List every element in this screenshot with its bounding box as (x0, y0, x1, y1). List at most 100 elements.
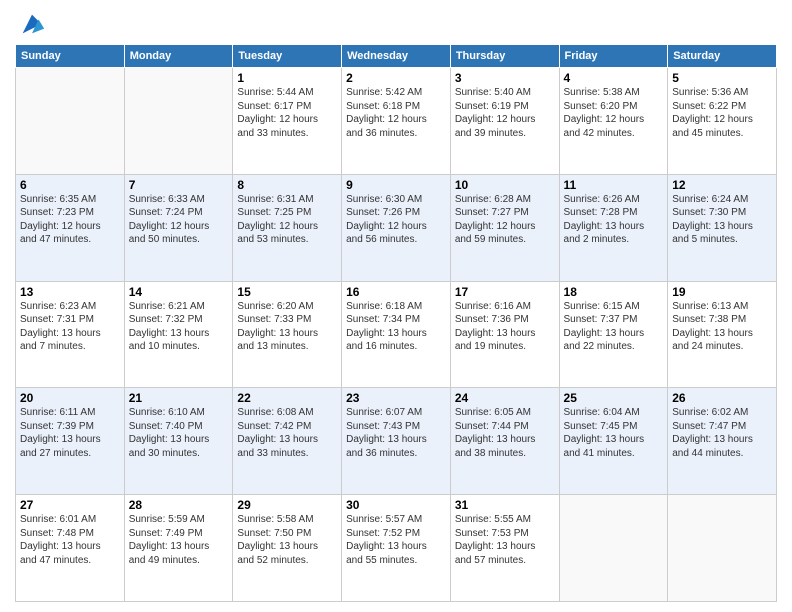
day-number: 10 (455, 178, 555, 192)
day-info: Sunrise: 6:23 AMSunset: 7:31 PMDaylight:… (20, 300, 120, 354)
calendar-cell: 12Sunrise: 6:24 AMSunset: 7:30 PMDayligh… (668, 174, 777, 281)
sunset-text: Sunset: 7:34 PM (346, 314, 420, 325)
sunset-text: Sunset: 7:25 PM (237, 207, 311, 218)
sunrise-text: Sunrise: 5:58 AM (237, 514, 313, 525)
day-info: Sunrise: 6:20 AMSunset: 7:33 PMDaylight:… (237, 300, 337, 354)
day-number: 9 (346, 178, 446, 192)
day-info: Sunrise: 6:04 AMSunset: 7:45 PMDaylight:… (564, 406, 664, 460)
daylight-text: Daylight: 12 hours and 47 minutes. (20, 221, 101, 246)
sunrise-text: Sunrise: 6:05 AM (455, 407, 531, 418)
day-info: Sunrise: 6:07 AMSunset: 7:43 PMDaylight:… (346, 406, 446, 460)
sunrise-text: Sunrise: 6:35 AM (20, 194, 96, 205)
day-info: Sunrise: 6:01 AMSunset: 7:48 PMDaylight:… (20, 513, 120, 567)
calendar-cell: 28 Sunrise: 5:59 AM Sunset: 7:49 PM Dayligh… (124, 495, 233, 602)
sunrise-text: Sunrise: 6:16 AM (455, 301, 531, 312)
daylight-text: Daylight: 13 hours and 38 minutes. (455, 434, 536, 459)
day-number: 21 (129, 391, 229, 405)
day-info: Sunrise: 6:35 AMSunset: 7:23 PMDaylight:… (20, 193, 120, 247)
daylight-text: Daylight: 13 hours and 7 minutes. (20, 328, 101, 353)
day-number: 19 (672, 285, 772, 299)
calendar-cell: 14Sunrise: 6:21 AMSunset: 7:32 PMDayligh… (124, 281, 233, 388)
daylight-text: Daylight: 13 hours and 47 minutes. (20, 541, 101, 566)
daylight-text: Daylight: 13 hours and 49 minutes. (129, 541, 210, 566)
sunrise-text: Sunrise: 6:21 AM (129, 301, 205, 312)
sunset-text: Sunset: 7:53 PM (455, 528, 529, 539)
calendar-cell (559, 495, 668, 602)
daylight-text: Daylight: 12 hours and 33 minutes. (237, 114, 318, 139)
day-info: Sunrise: 6:05 AMSunset: 7:44 PMDaylight:… (455, 406, 555, 460)
daylight-text: Daylight: 13 hours and 55 minutes. (346, 541, 427, 566)
day-number: 25 (564, 391, 664, 405)
calendar-cell (668, 495, 777, 602)
sunset-text: Sunset: 6:17 PM (237, 101, 311, 112)
calendar-cell: 5Sunrise: 5:36 AMSunset: 6:22 PMDaylight… (668, 68, 777, 175)
sunset-text: Sunset: 7:38 PM (672, 314, 746, 325)
day-number: 11 (564, 178, 664, 192)
day-info: Sunrise: 6:15 AMSunset: 7:37 PMDaylight:… (564, 300, 664, 354)
calendar-cell: 1Sunrise: 5:44 AMSunset: 6:17 PMDaylight… (233, 68, 342, 175)
day-info: Sunrise: 6:16 AMSunset: 7:36 PMDaylight:… (455, 300, 555, 354)
day-info: Sunrise: 5:57 AMSunset: 7:52 PMDaylight:… (346, 513, 446, 567)
calendar-cell: 20Sunrise: 6:11 AMSunset: 7:39 PMDayligh… (16, 388, 125, 495)
sunrise-text: Sunrise: 6:11 AM (20, 407, 95, 418)
calendar-cell (124, 68, 233, 175)
sunset-text: Sunset: 7:49 PM (129, 528, 203, 539)
daylight-text: Daylight: 13 hours and 19 minutes. (455, 328, 536, 353)
sunset-text: Sunset: 7:32 PM (129, 314, 203, 325)
calendar-week-row: 13Sunrise: 6:23 AMSunset: 7:31 PMDayligh… (16, 281, 777, 388)
day-number: 15 (237, 285, 337, 299)
day-number: 7 (129, 178, 229, 192)
day-number: 22 (237, 391, 337, 405)
calendar-cell: 31Sunrise: 5:55 AMSunset: 7:53 PMDayligh… (450, 495, 559, 602)
day-info: Sunrise: 6:31 AMSunset: 7:25 PMDaylight:… (237, 193, 337, 247)
day-number: 5 (672, 71, 772, 85)
sunrise-text: Sunrise: 5:59 AM (129, 514, 205, 525)
day-info: Sunrise: 5:40 AMSunset: 6:19 PMDaylight:… (455, 86, 555, 140)
day-info: Sunrise: 6:02 AMSunset: 7:47 PMDaylight:… (672, 406, 772, 460)
calendar-cell: 18Sunrise: 6:15 AMSunset: 7:37 PMDayligh… (559, 281, 668, 388)
sunrise-text: Sunrise: 5:44 AM (237, 87, 313, 98)
sunset-text: Sunset: 7:26 PM (346, 207, 420, 218)
day-number: 28 (129, 498, 229, 512)
daylight-text: Daylight: 12 hours and 39 minutes. (455, 114, 536, 139)
calendar-cell: 29Sunrise: 5:58 AMSunset: 7:50 PMDayligh… (233, 495, 342, 602)
daylight-text: Daylight: 13 hours and 16 minutes. (346, 328, 427, 353)
daylight-text: Daylight: 13 hours and 52 minutes. (237, 541, 318, 566)
sunset-text: Sunset: 7:52 PM (346, 528, 420, 539)
daylight-text: Daylight: 12 hours and 59 minutes. (455, 221, 536, 246)
day-number: 20 (20, 391, 120, 405)
day-info: Sunrise: 5:59 AM Sunset: 7:49 PM Daylight:… (129, 513, 229, 567)
daylight-text: Daylight: 13 hours and 33 minutes. (237, 434, 318, 459)
sunrise-text: Sunrise: 6:01 AM (20, 514, 96, 525)
calendar-cell (16, 68, 125, 175)
day-number: 23 (346, 391, 446, 405)
calendar-cell: 26Sunrise: 6:02 AMSunset: 7:47 PMDayligh… (668, 388, 777, 495)
calendar-cell: 11Sunrise: 6:26 AMSunset: 7:28 PMDayligh… (559, 174, 668, 281)
sunrise-text: Sunrise: 5:36 AM (672, 87, 748, 98)
day-info: Sunrise: 6:24 AMSunset: 7:30 PMDaylight:… (672, 193, 772, 247)
sunrise-text: Sunrise: 6:31 AM (237, 194, 313, 205)
sunset-text: Sunset: 7:37 PM (564, 314, 638, 325)
day-number: 12 (672, 178, 772, 192)
sunrise-text: Sunrise: 6:30 AM (346, 194, 422, 205)
weekday-header-wednesday: Wednesday (342, 45, 451, 68)
sunset-text: Sunset: 7:33 PM (237, 314, 311, 325)
day-number: 13 (20, 285, 120, 299)
calendar-cell: 27Sunrise: 6:01 AMSunset: 7:48 PMDayligh… (16, 495, 125, 602)
sunset-text: Sunset: 7:47 PM (672, 421, 746, 432)
day-info: Sunrise: 6:08 AMSunset: 7:42 PMDaylight:… (237, 406, 337, 460)
weekday-header-friday: Friday (559, 45, 668, 68)
calendar-cell: 25Sunrise: 6:04 AMSunset: 7:45 PMDayligh… (559, 388, 668, 495)
day-info: Sunrise: 5:55 AMSunset: 7:53 PMDaylight:… (455, 513, 555, 567)
sunrise-text: Sunrise: 5:55 AM (455, 514, 531, 525)
sunrise-text: Sunrise: 6:10 AM (129, 407, 205, 418)
calendar-cell: 6Sunrise: 6:35 AMSunset: 7:23 PMDaylight… (16, 174, 125, 281)
day-number: 29 (237, 498, 337, 512)
sunset-text: Sunset: 6:20 PM (564, 101, 638, 112)
sunset-text: Sunset: 7:28 PM (564, 207, 638, 218)
day-info: Sunrise: 5:38 AMSunset: 6:20 PMDaylight:… (564, 86, 664, 140)
sunrise-text: Sunrise: 6:24 AM (672, 194, 748, 205)
sunrise-text: Sunrise: 6:07 AM (346, 407, 422, 418)
daylight-text: Daylight: 13 hours and 2 minutes. (564, 221, 645, 246)
daylight-text: Daylight: 13 hours and 36 minutes. (346, 434, 427, 459)
